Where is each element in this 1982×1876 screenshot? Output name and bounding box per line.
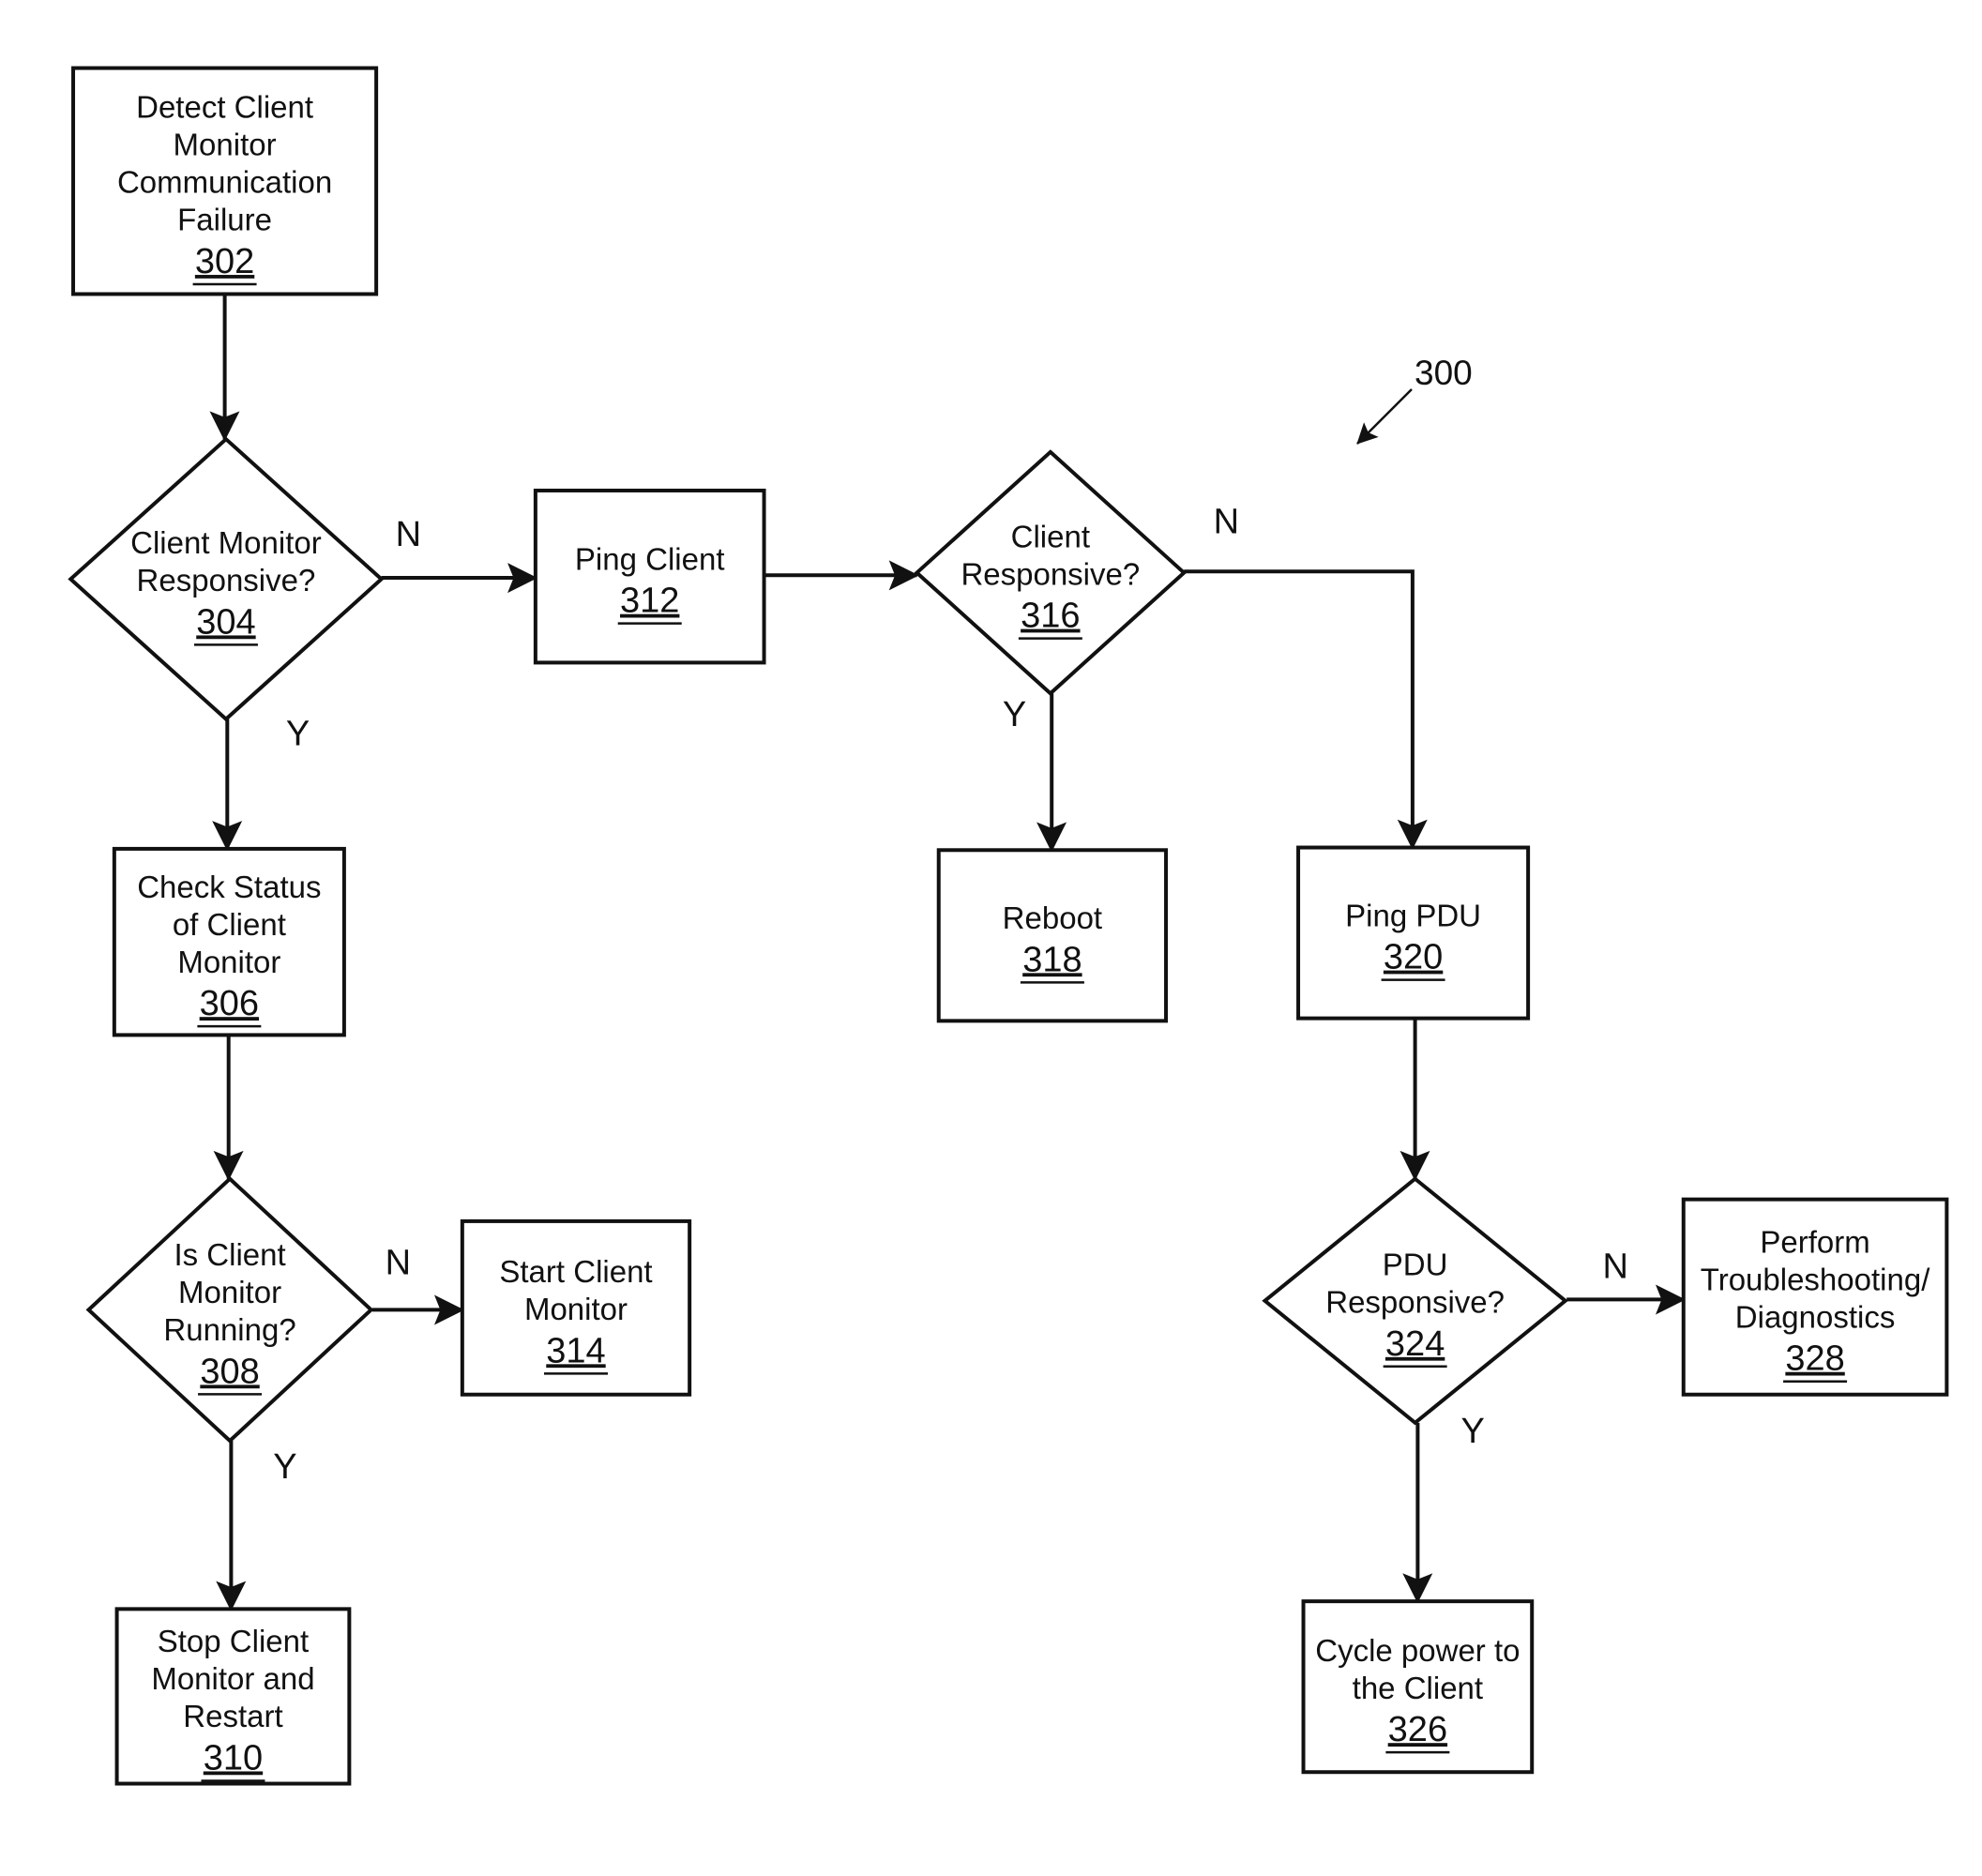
- branch-label-no: N: [386, 1244, 411, 1283]
- node-label-line: Responsive?: [137, 563, 316, 598]
- figure-reference-pointer: [1356, 388, 1413, 445]
- node-reference-number: 304: [196, 602, 255, 642]
- node-label-line: Monitor: [524, 1292, 628, 1326]
- node-reference-number: 312: [620, 582, 679, 621]
- node-label-line: Is Client: [174, 1237, 285, 1272]
- node-label-line: Perform: [1760, 1224, 1869, 1259]
- edge-316-to-320: N: [1184, 503, 1428, 850]
- edge-316-to-318: Y: [1003, 693, 1067, 853]
- node-reference-number: 314: [546, 1331, 605, 1370]
- edge-324-to-328: N: [1566, 1248, 1687, 1315]
- nodes-layer: Detect ClientMonitorCommunicationFailure…: [68, 66, 1949, 1786]
- flowchart-canvas: NYNYYNNY Detect Client Monitor Communicati…: [0, 0, 1982, 1871]
- node-reference-number: 302: [195, 242, 254, 281]
- node-label-line: Client: [1011, 519, 1090, 553]
- branch-label-no: N: [1602, 1248, 1627, 1287]
- node-label-line: Check Status: [137, 870, 321, 904]
- branch-label-yes: Y: [1461, 1412, 1485, 1451]
- decision-node-316: ClientResponsive? 316: [914, 449, 1188, 696]
- node-label-line: Diagnostics: [1735, 1299, 1896, 1334]
- node-reference-number: 324: [1385, 1324, 1445, 1364]
- process-node-310: Stop ClientMonitor andRestart 310: [114, 1607, 352, 1786]
- decision-node-304: Client MonitorResponsive? 304: [68, 436, 385, 722]
- edge-304-to-306: Y: [212, 714, 310, 852]
- node-reference-number: 326: [1388, 1710, 1447, 1749]
- node-label-line: Responsive?: [961, 556, 1140, 591]
- figure-reference-number: 300: [1415, 354, 1473, 392]
- process-node-306: Check Statusof ClientMonitor 306: [112, 846, 346, 1037]
- node-label-line: Reboot: [1003, 900, 1102, 935]
- process-node-314: Start ClientMonitor 314: [460, 1218, 692, 1397]
- node-label-line: Monitor: [174, 128, 277, 162]
- edge-308-to-314: N: [372, 1244, 464, 1325]
- node-label-line: Start Client: [499, 1254, 652, 1289]
- process-node-318: Reboot 318: [936, 848, 1169, 1023]
- node-reference-number: 318: [1022, 940, 1082, 979]
- decision-diamond: [85, 1176, 374, 1444]
- node-label-line: Client Monitor: [130, 525, 322, 560]
- node-reference-number: 320: [1384, 938, 1443, 977]
- node-label-line: Cycle power to: [1315, 1633, 1520, 1668]
- node-label-line: PDU: [1383, 1248, 1448, 1282]
- process-node-312: Ping Client 312: [533, 488, 766, 665]
- node-reference-number: 328: [1785, 1339, 1844, 1379]
- process-node-326: Cycle power tothe Client 326: [1301, 1599, 1535, 1775]
- edge-308-to-310: Y: [216, 1441, 297, 1611]
- node-reference-number: 306: [200, 984, 259, 1023]
- process-node-328: PerformTroubleshooting/Diagnostics 328: [1681, 1197, 1949, 1397]
- process-box: [936, 848, 1169, 1023]
- node-reference-number: 310: [204, 1738, 263, 1778]
- node-label-line: Ping Client: [575, 541, 725, 576]
- node-label-line: Monitor: [177, 945, 280, 979]
- node-label-line: Running?: [163, 1312, 295, 1347]
- node-label-line: Troubleshooting/: [1701, 1262, 1930, 1296]
- node-reference-number: 308: [200, 1352, 259, 1391]
- branch-label-yes: Y: [286, 714, 310, 753]
- node-label-line: Stop Client: [158, 1624, 309, 1658]
- edge-304-to-312: N: [381, 515, 538, 594]
- node-label-line: Failure: [177, 203, 272, 237]
- figure-reference: 300: [1356, 354, 1473, 445]
- process-box: [533, 488, 766, 665]
- node-label-line: Communication: [117, 165, 332, 200]
- node-label-line: Monitor: [178, 1275, 281, 1309]
- edge-324-to-326: Y: [1402, 1412, 1485, 1604]
- process-node-320: Ping PDU 320: [1296, 845, 1531, 1021]
- flowchart-diagram: NYNYYNNY Detect ClientMonitorCommunicati…: [68, 66, 1949, 1786]
- branch-label-yes: Y: [1003, 695, 1026, 734]
- process-box: [1296, 845, 1531, 1021]
- node-label-line: of Client: [173, 907, 286, 942]
- node-label-line: Ping PDU: [1345, 898, 1481, 932]
- node-label-line: Detect Client: [136, 90, 313, 125]
- branch-label-no: N: [1214, 503, 1239, 542]
- branch-label-no: N: [396, 515, 421, 554]
- node-label-line: Restart: [183, 1699, 282, 1733]
- connector-arrow: [1184, 569, 1428, 850]
- process-node-302: Detect ClientMonitorCommunicationFailure…: [71, 66, 379, 296]
- node-label-line: Monitor and: [151, 1661, 314, 1696]
- node-label-line: the Client: [1353, 1671, 1483, 1705]
- decision-node-308: Is ClientMonitorRunning? 308: [85, 1176, 374, 1444]
- branch-label-yes: Y: [273, 1447, 296, 1487]
- node-reference-number: 316: [1021, 597, 1080, 636]
- node-label-line: Responsive?: [1325, 1285, 1505, 1320]
- decision-node-324: PDUResponsive? 324: [1262, 1176, 1568, 1426]
